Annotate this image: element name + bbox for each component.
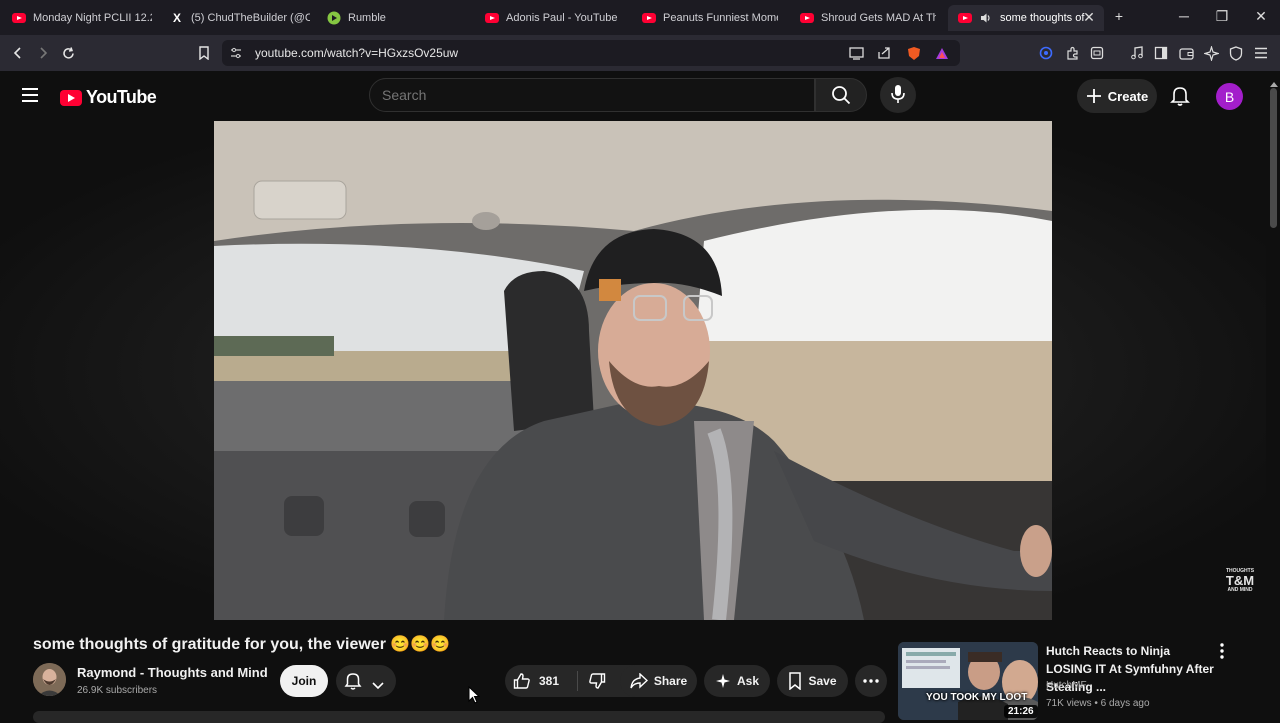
rumble-icon: [327, 11, 341, 25]
logo-text: YouTube: [86, 87, 157, 107]
tab-title: some thoughts of: [1000, 12, 1085, 24]
subscriber-count: 26.9K subscribers: [77, 685, 158, 696]
site-settings-icon[interactable]: [226, 43, 246, 63]
tab-title: Shroud Gets MAD At The: [821, 12, 936, 24]
share-button[interactable]: Share: [620, 665, 697, 697]
join-button[interactable]: Join: [280, 665, 328, 697]
brave-rewards-icon[interactable]: [932, 43, 952, 63]
thumbs-down-icon: [589, 673, 606, 689]
browser-tab[interactable]: Shroud Gets MAD At The: [800, 5, 936, 31]
create-button[interactable]: Create: [1077, 79, 1157, 113]
cast-icon[interactable]: [846, 43, 866, 63]
new-tab-button[interactable]: +: [1109, 8, 1129, 24]
ask-label: Ask: [736, 674, 759, 688]
share-label: Share: [653, 674, 688, 688]
video-title: some thoughts of gratitude for you, the …: [33, 636, 451, 653]
vpn-icon[interactable]: [1036, 43, 1056, 63]
browser-tab[interactable]: Monday Night PCLII 12.29: [12, 5, 152, 31]
save-bookmark-icon: [789, 672, 802, 690]
browser-tab[interactable]: X (5) ChudTheBuilder (@Chu: [170, 5, 310, 31]
notifications-bell-icon[interactable]: [1170, 85, 1190, 112]
plus-icon: [1086, 89, 1101, 103]
description-box[interactable]: [33, 711, 885, 723]
video-still-image: [214, 121, 1052, 620]
restore-icon[interactable]: ❐: [1212, 8, 1232, 25]
youtube-icon: [485, 11, 499, 25]
tab-title: (5) ChudTheBuilder (@Chu: [191, 12, 310, 24]
channel-avatar[interactable]: [33, 663, 66, 696]
save-label: Save: [808, 674, 837, 688]
video-frame[interactable]: [214, 121, 1052, 620]
chevron-down-icon: [372, 677, 384, 695]
minimize-icon[interactable]: ─: [1174, 8, 1194, 24]
search-icon: [831, 85, 851, 110]
vpn-shield-icon[interactable]: [1226, 43, 1246, 63]
like-button[interactable]: 381: [505, 672, 577, 690]
leo-ai-icon[interactable]: [1201, 43, 1221, 63]
microphone-icon: [890, 84, 906, 109]
recommendation-channel[interactable]: HutchMF: [1046, 680, 1087, 691]
url-text[interactable]: youtube.com/watch?v=HGxzsOv25uw: [255, 46, 458, 60]
save-button[interactable]: Save: [777, 665, 848, 697]
speaker-icon[interactable]: [979, 11, 993, 25]
bookmark-icon[interactable]: [194, 43, 214, 63]
forward-icon[interactable]: [33, 43, 53, 63]
scrollbar-thumb[interactable]: [1270, 88, 1277, 228]
channel-watermark[interactable]: THOUGHTS T&M AND MIND: [1222, 568, 1258, 593]
account-avatar[interactable]: B: [1216, 83, 1243, 110]
reload-icon[interactable]: [58, 43, 78, 63]
youtube-icon: [958, 11, 972, 25]
thumbs-up-icon: [513, 673, 530, 689]
like-count: 381: [539, 674, 560, 688]
channel-name[interactable]: Raymond - Thoughts and Mind: [77, 665, 268, 680]
tab-title: Peanuts Funniest Moment: [663, 12, 778, 24]
scroll-up-arrow-icon[interactable]: [1270, 74, 1278, 87]
watermark-logo: T&M: [1225, 573, 1255, 588]
close-tab-icon[interactable]: ✕: [1079, 9, 1099, 26]
browser-tab[interactable]: Peanuts Funniest Moment: [642, 5, 778, 31]
close-window-icon[interactable]: ✕: [1251, 8, 1271, 25]
more-horizontal-icon: [863, 679, 879, 683]
browser-tab[interactable]: Adonis Paul - YouTube: [485, 5, 625, 31]
watermark-bottom: AND MIND: [1227, 587, 1253, 593]
create-label: Create: [1107, 88, 1149, 104]
thumbnail-caption: YOU TOOK MY LOOT: [926, 692, 1028, 703]
search-input[interactable]: [382, 87, 802, 103]
dislike-button[interactable]: [578, 672, 616, 690]
brave-shield-icon[interactable]: [904, 43, 924, 63]
tab-title: Adonis Paul - YouTube: [506, 12, 618, 24]
youtube-icon: [642, 11, 656, 25]
ask-button[interactable]: Ask: [704, 665, 770, 697]
mouse-cursor-icon: [468, 685, 481, 709]
share-page-icon[interactable]: [874, 43, 894, 63]
browser-tab[interactable]: Rumble: [327, 5, 467, 31]
tab-title: Monday Night PCLII 12.29: [33, 12, 152, 24]
menu-icon[interactable]: [1251, 43, 1271, 63]
recommendation-meta: 71K views • 6 days ago: [1046, 698, 1150, 709]
youtube-icon: [12, 11, 26, 25]
guide-menu-icon[interactable]: [20, 86, 40, 109]
youtube-logo[interactable]: YouTube: [60, 87, 157, 108]
extension-box-icon[interactable]: [1087, 43, 1107, 63]
sidebar-icon[interactable]: [1151, 43, 1171, 63]
bell-icon: [344, 671, 362, 696]
x-icon: X: [172, 11, 181, 25]
back-icon[interactable]: [8, 43, 28, 63]
more-actions-button[interactable]: [855, 665, 887, 697]
media-icon[interactable]: [1127, 43, 1147, 63]
tab-title: Rumble: [348, 12, 386, 24]
share-icon: [630, 673, 648, 689]
extensions-icon[interactable]: [1062, 43, 1082, 63]
youtube-logo-icon: [60, 89, 82, 106]
sparkle-icon: [715, 674, 730, 688]
wallet-icon[interactable]: [1176, 43, 1196, 63]
video-duration: 21:26: [1004, 705, 1038, 718]
more-vertical-icon[interactable]: [1220, 643, 1224, 664]
youtube-icon: [800, 11, 814, 25]
